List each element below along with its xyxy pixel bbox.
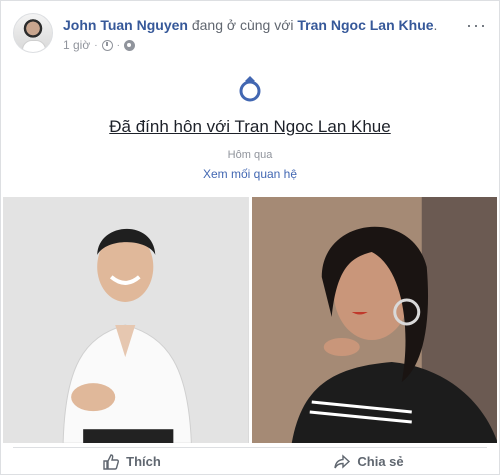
globe-icon[interactable] (123, 39, 135, 51)
share-button[interactable]: Chia sẻ (250, 453, 487, 471)
with-text: đang ở cùng với (191, 17, 294, 33)
thumbs-up-icon (103, 453, 120, 470)
post-meta: 1 giờ · · (63, 38, 135, 52)
clock-icon (101, 39, 113, 51)
woman-portrait-illustration (251, 197, 497, 443)
post-time-link[interactable]: 1 giờ (63, 38, 90, 52)
see-relationship-link[interactable]: Xem mối quan hệ (203, 167, 297, 181)
feed-post: John Tuan Nguyen đang ở cùng với Tran Ng… (0, 0, 500, 475)
tagged-name-link[interactable]: Tran Ngoc Lan Khue (297, 17, 433, 33)
post-header: John Tuan Nguyen đang ở cùng với Tran Ng… (13, 13, 487, 57)
man-portrait-photo[interactable] (3, 197, 249, 443)
post-actions: Thích Chia sẻ (13, 447, 487, 475)
like-label: Thích (126, 454, 161, 469)
share-arrow-icon (334, 453, 351, 469)
like-button[interactable]: Thích (13, 453, 250, 471)
life-event-date: Hôm qua (227, 149, 273, 161)
woman-portrait-photo[interactable] (251, 197, 497, 443)
photo-grid (3, 197, 497, 443)
meta-separator: · (94, 39, 98, 51)
author-avatar[interactable] (13, 13, 53, 53)
man-portrait-illustration (3, 197, 249, 443)
life-event: Đã đính hôn với Tran Ngoc Lan Khue Hôm q… (1, 73, 499, 181)
author-name-link[interactable]: John Tuan Nguyen (63, 17, 188, 33)
ring-icon (239, 76, 261, 102)
author-line: John Tuan Nguyen đang ở cùng với Tran Ng… (63, 17, 437, 33)
meta-separator-2: · (116, 39, 120, 51)
avatar-figure (22, 40, 46, 52)
period-text: . (433, 17, 438, 33)
life-event-title[interactable]: Đã đính hôn với Tran Ngoc Lan Khue (109, 117, 390, 137)
share-label: Chia sẻ (357, 454, 404, 469)
more-options-icon[interactable]: ··· (466, 15, 487, 36)
